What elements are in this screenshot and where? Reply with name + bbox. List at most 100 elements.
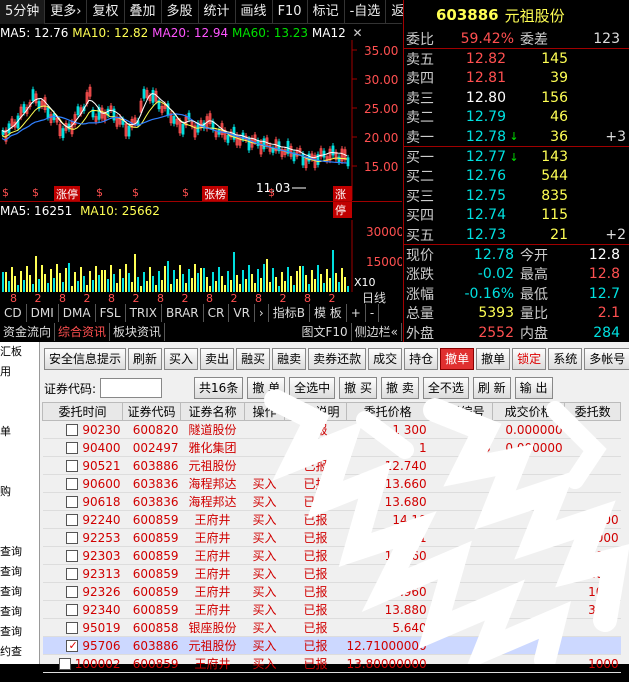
tab-cd[interactable]: CD xyxy=(0,304,27,322)
row-checkbox[interactable] xyxy=(66,514,79,526)
ask-level[interactable]: 卖四 12.81 39 xyxy=(404,69,629,88)
tab-news[interactable]: 综合资讯 xyxy=(55,323,111,341)
row-checkbox[interactable] xyxy=(66,478,79,490)
security-code-input[interactable] xyxy=(100,378,163,398)
nav-item[interactable]: 查询 xyxy=(0,582,39,602)
toolbar-button-4[interactable]: 融买 xyxy=(236,348,271,370)
tab-f10[interactable]: 图文F10 xyxy=(298,323,352,341)
event-tag[interactable]: $ xyxy=(32,186,39,199)
tab-brar[interactable]: BRAR xyxy=(162,304,204,322)
nav-item[interactable] xyxy=(0,502,39,522)
tab-dmi[interactable]: DMI xyxy=(27,304,59,322)
toolbar-button-5[interactable]: 融卖 xyxy=(272,348,307,370)
nav-item[interactable] xyxy=(0,522,39,542)
ask-level[interactable]: 卖三 12.80 156 xyxy=(404,88,629,107)
bid-level[interactable]: 买二 12.76 544 xyxy=(404,167,629,186)
event-tag[interactable]: $ xyxy=(182,186,189,199)
multi-stock-button[interactable]: 多股 xyxy=(162,0,199,24)
event-tag[interactable]: $ xyxy=(132,186,139,199)
overlay-button[interactable]: 叠加 xyxy=(125,0,162,24)
draw-line-button[interactable]: 画线 xyxy=(236,0,273,24)
nav-item[interactable]: 查询 xyxy=(0,602,39,622)
toolbar-button-11[interactable]: 锁定 xyxy=(512,348,547,370)
row-checkbox[interactable] xyxy=(66,568,79,580)
ask-level[interactable]: 卖二 12.79 46 xyxy=(404,108,629,127)
nav-item[interactable]: 查询 xyxy=(0,542,39,562)
nav-item[interactable]: 用 xyxy=(0,362,39,382)
f10-button[interactable]: F10 xyxy=(273,0,308,24)
tab-capital-flow[interactable]: 资金流向 xyxy=(0,323,56,341)
bid-level[interactable]: 买一 12.77 ↓ 143 xyxy=(404,147,629,166)
tab-trix[interactable]: TRIX xyxy=(126,304,163,322)
row-checkbox[interactable] xyxy=(66,622,79,634)
bid-level[interactable]: 买四 12.74 115 xyxy=(404,206,629,225)
code-label: 证券代码: xyxy=(44,381,97,396)
stats-button[interactable]: 统计 xyxy=(199,0,236,24)
tab-sidebar[interactable]: 侧边栏« xyxy=(352,323,402,341)
column-header[interactable]: 证券代码 xyxy=(122,402,181,421)
tab-vr[interactable]: VR xyxy=(229,304,255,322)
nav-item[interactable]: 汇板 xyxy=(0,342,39,362)
day-line-label[interactable]: 日线 xyxy=(362,291,386,305)
bid-level[interactable]: 买五 12.73 21 +2 xyxy=(404,225,629,244)
watchlist-button[interactable]: -自选 xyxy=(345,0,387,24)
tab-sector-news[interactable]: 板块资讯 xyxy=(110,323,166,341)
toolbar-button-10[interactable]: 撤单 xyxy=(476,348,511,370)
tab-minus[interactable]: - xyxy=(366,304,380,322)
toolbar-button-6[interactable]: 卖券还款 xyxy=(308,348,367,370)
row-checkbox[interactable] xyxy=(66,604,79,616)
tab-indicator-b[interactable]: 指标B xyxy=(269,304,310,322)
nav-item[interactable]: 查询 xyxy=(0,622,39,642)
nav-item[interactable] xyxy=(0,442,39,462)
tab-template[interactable]: 模 板 xyxy=(310,304,347,322)
price-chart[interactable]: 35.0030.0025.0020.0015.00 11.03 xyxy=(0,40,402,200)
column-header[interactable]: 证券名称 xyxy=(180,402,245,421)
row-checkbox[interactable] xyxy=(66,550,79,562)
nav-item[interactable]: 约查 xyxy=(0,642,39,662)
toolbar-button-7[interactable]: 成交 xyxy=(368,348,403,370)
nav-item[interactable] xyxy=(0,462,39,482)
row-checkbox[interactable] xyxy=(66,442,79,454)
row-checkbox[interactable] xyxy=(66,460,79,472)
ask-level[interactable]: 卖一 12.78 ↓ 36 +3 xyxy=(404,127,629,146)
toolbar-button-12[interactable]: 系统 xyxy=(548,348,583,370)
toolbar-button-2[interactable]: 买入 xyxy=(164,348,199,370)
toolbar-button-9[interactable]: 撤单 xyxy=(440,348,475,370)
tab-cr[interactable]: CR xyxy=(204,304,230,322)
tab-more[interactable]: › xyxy=(255,304,269,322)
tab-plus[interactable]: + xyxy=(347,304,366,322)
bid-level[interactable]: 买三 12.75 835 xyxy=(404,186,629,205)
row-checkbox[interactable] xyxy=(58,658,71,670)
event-tag[interactable]: $ xyxy=(268,186,275,199)
period-5min-button[interactable]: 5分钟 xyxy=(0,0,46,24)
nav-item[interactable]: 单 xyxy=(0,422,39,442)
nav-item[interactable]: 查询 xyxy=(0,562,39,582)
more-button[interactable]: 更多› xyxy=(45,0,88,24)
row-checkbox[interactable] xyxy=(66,532,79,544)
column-header[interactable]: 委托时间 xyxy=(42,402,123,421)
event-tag[interactable]: $ xyxy=(2,186,9,199)
nav-item[interactable]: 约查 xyxy=(0,662,39,682)
fuquan-button[interactable]: 复权 xyxy=(87,0,125,24)
toolbar-button-3[interactable]: 卖出 xyxy=(200,348,235,370)
row-checkbox[interactable] xyxy=(66,639,79,652)
nav-item[interactable] xyxy=(0,402,39,422)
row-checkbox[interactable] xyxy=(66,496,79,508)
toolbar-button-1[interactable]: 刷新 xyxy=(128,348,163,370)
mark-button[interactable]: 标记 xyxy=(308,0,345,24)
close-icon[interactable]: ✕ xyxy=(353,26,363,40)
row-checkbox[interactable] xyxy=(66,424,79,436)
toolbar-button-0[interactable]: 安全信息提示 xyxy=(44,348,127,370)
nav-item[interactable] xyxy=(0,382,39,402)
row-checkbox[interactable] xyxy=(66,586,79,598)
toolbar-button-13[interactable]: 多帐号 xyxy=(584,348,629,370)
toolbar-button-8[interactable]: 持仓 xyxy=(404,348,439,370)
tab-fsl[interactable]: FSL xyxy=(96,304,126,322)
nav-item[interactable]: 购 xyxy=(0,482,39,502)
limit-up-tag[interactable]: 涨停 xyxy=(54,186,80,202)
volume-chart[interactable]: 30000 15000 X10 xyxy=(0,220,402,292)
dragon-tiger-tag[interactable]: 张榜 xyxy=(202,186,228,202)
event-tag[interactable]: $ xyxy=(96,186,103,199)
ask-level[interactable]: 卖五 12.82 145 xyxy=(404,49,629,68)
tab-dma[interactable]: DMA xyxy=(59,304,96,322)
